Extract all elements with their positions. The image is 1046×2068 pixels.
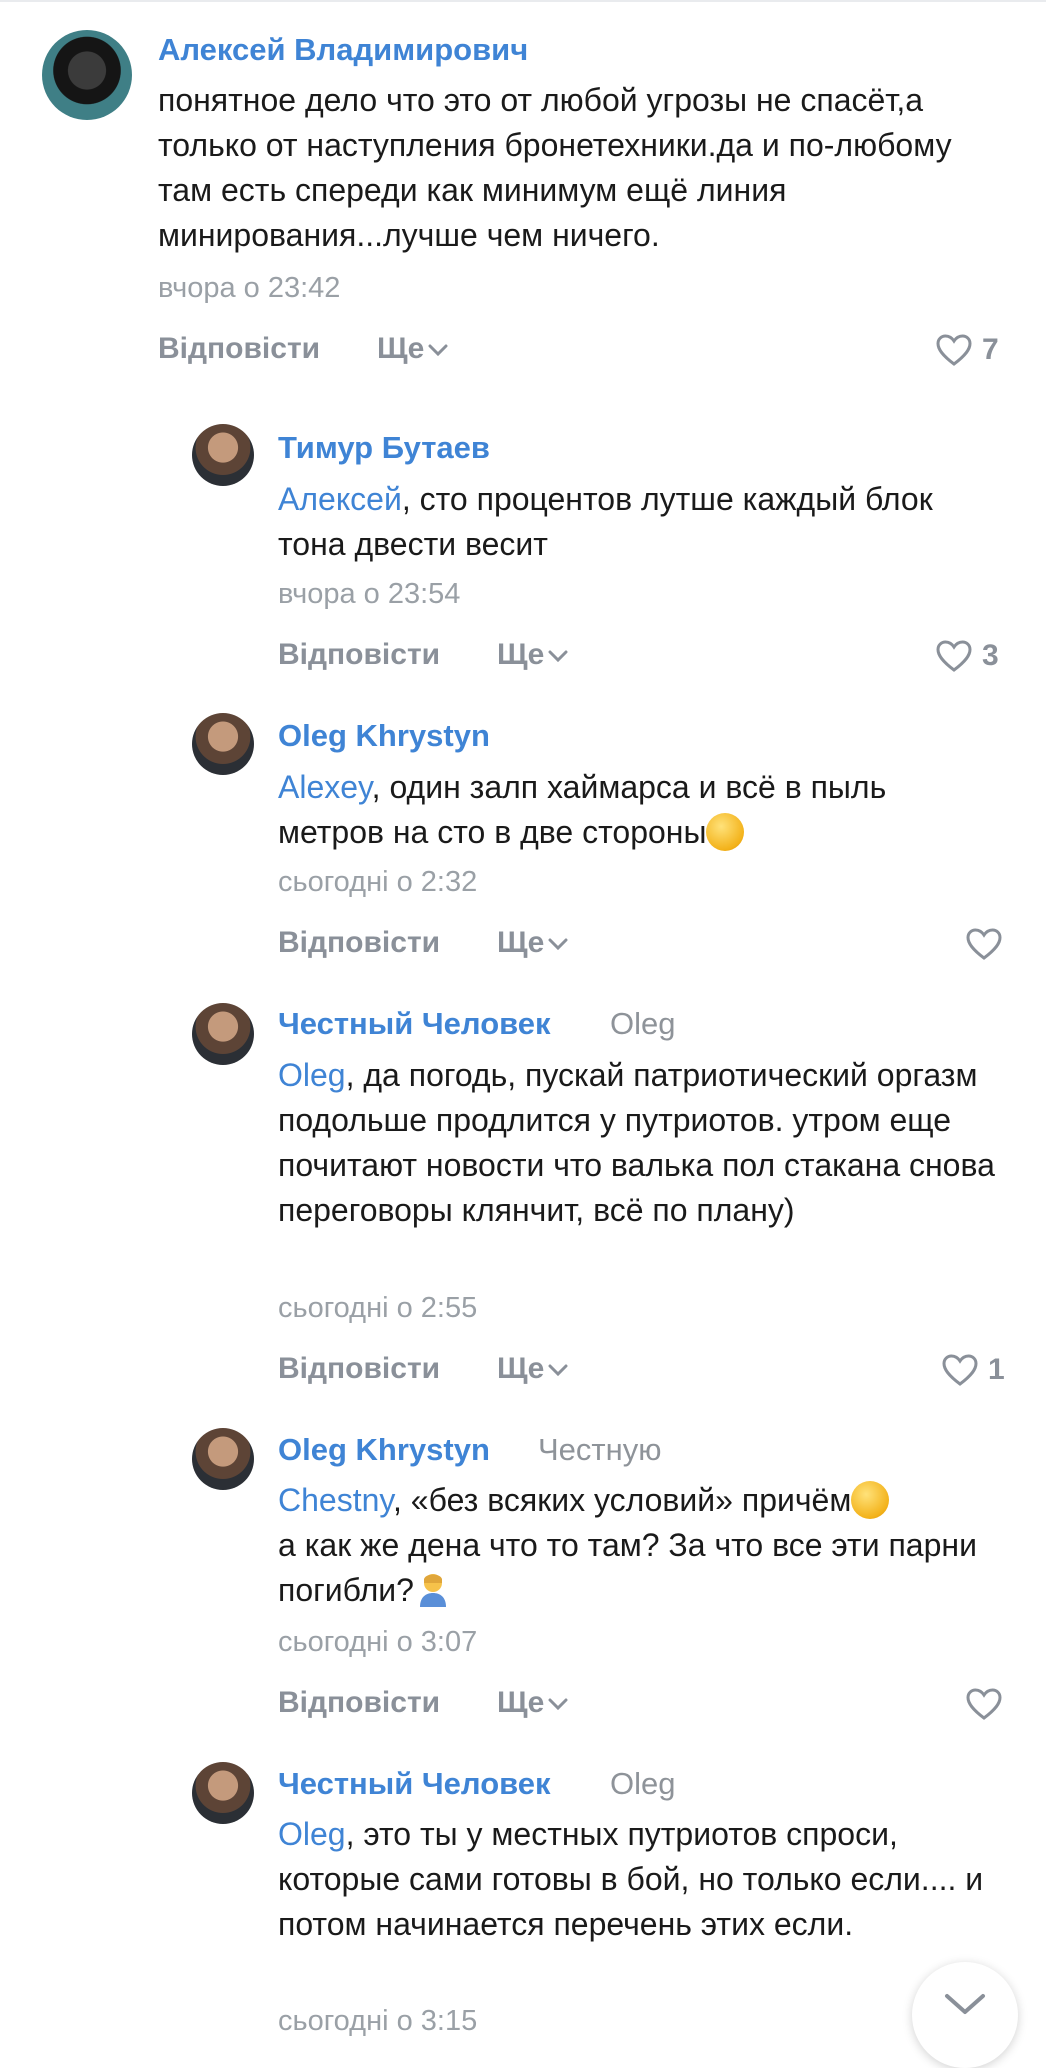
reply-to-name[interactable]: Честную <box>538 1432 661 1468</box>
avatar[interactable] <box>192 1003 254 1065</box>
reply-button[interactable]: Відповісти <box>278 638 440 672</box>
like-button[interactable]: 7 <box>936 330 999 370</box>
like-button[interactable] <box>966 1684 1002 1724</box>
heart-outline-icon <box>966 1688 1002 1720</box>
comment-time: сьогодні о 2:55 <box>278 1292 478 1324</box>
heart-outline-icon <box>966 928 1002 960</box>
comment-text: Oleg, это ты у местных путриотов спроси,… <box>278 1816 984 1942</box>
chevron-down-icon <box>945 1994 985 2014</box>
like-button[interactable] <box>966 924 1002 964</box>
comment-time: сьогодні о 3:07 <box>278 1626 478 1658</box>
like-count: 7 <box>982 333 999 366</box>
more-button[interactable]: Ще <box>497 1352 568 1386</box>
like-button[interactable]: 3 <box>936 636 999 676</box>
more-button[interactable]: Ще <box>377 332 448 366</box>
reply-to-name[interactable]: Oleg <box>610 1006 675 1042</box>
comment-text: понятное дело что это от любой угрозы не… <box>158 82 952 253</box>
reply-button[interactable]: Відповісти <box>158 332 320 366</box>
avatar[interactable] <box>192 1428 254 1490</box>
chevron-down-icon <box>548 938 568 951</box>
like-button[interactable]: 1 <box>942 1350 1005 1390</box>
avatar[interactable] <box>192 424 254 486</box>
comment-text: Chestny, «без всяких условий» причём а ка… <box>278 1481 977 1609</box>
author-name[interactable]: Oleg Khrystyn <box>278 718 490 754</box>
reply-button[interactable]: Відповісти <box>278 1686 440 1720</box>
more-button[interactable]: Ще <box>497 638 568 672</box>
heart-outline-icon <box>936 334 972 366</box>
reply-to-name[interactable]: Oleg <box>610 1766 675 1802</box>
author-name[interactable]: Честный Человек <box>278 1006 551 1042</box>
comment-time: сьогодні о 2:32 <box>278 866 478 898</box>
comment-time: вчора о 23:54 <box>278 578 461 610</box>
mention-link[interactable]: Chestny <box>278 1482 393 1518</box>
face-with-hand-over-mouth-icon <box>851 1481 890 1519</box>
more-button[interactable]: Ще <box>497 926 568 960</box>
author-name[interactable]: Oleg Khrystyn <box>278 1432 490 1468</box>
reply-button[interactable]: Відповісти <box>278 1352 440 1386</box>
chevron-down-icon <box>548 650 568 663</box>
top-divider <box>0 0 1046 2</box>
more-button[interactable]: Ще <box>497 1686 568 1720</box>
chevron-down-icon <box>548 1364 568 1377</box>
like-count: 1 <box>988 1353 1005 1386</box>
mention-link[interactable]: Oleg <box>278 1057 346 1093</box>
mention-link[interactable]: Oleg <box>278 1816 346 1852</box>
person-facepalming-icon <box>414 1571 452 1609</box>
author-name[interactable]: Алексей Владимирович <box>158 32 528 68</box>
author-name[interactable]: Тимур Бутаев <box>278 430 490 466</box>
chevron-down-icon <box>548 1698 568 1711</box>
grinning-squinting-face-icon <box>706 813 745 851</box>
author-name[interactable]: Честный Человек <box>278 1766 551 1802</box>
comment-time: вчора о 23:42 <box>158 272 341 304</box>
avatar[interactable] <box>42 30 132 120</box>
heart-outline-icon <box>942 1354 978 1386</box>
chevron-down-icon <box>428 344 448 357</box>
scroll-down-button[interactable] <box>912 1962 1018 2068</box>
avatar[interactable] <box>192 713 254 775</box>
comment-text: Alexey, один залп хаймарса и всё в пыль … <box>278 769 887 851</box>
like-count: 3 <box>982 639 999 672</box>
reply-button[interactable]: Відповісти <box>278 926 440 960</box>
avatar[interactable] <box>192 1762 254 1824</box>
heart-outline-icon <box>936 640 972 672</box>
comment-time: сьогодні о 3:15 <box>278 2005 478 2037</box>
comment-text: Oleg, да погодь, пускай патриотический о… <box>278 1057 995 1228</box>
mention-link[interactable]: Alexey <box>278 769 372 805</box>
mention-link[interactable]: Алексей <box>278 481 402 517</box>
comment-text: Алексей, сто процентов лутше каждый блок… <box>278 481 933 562</box>
